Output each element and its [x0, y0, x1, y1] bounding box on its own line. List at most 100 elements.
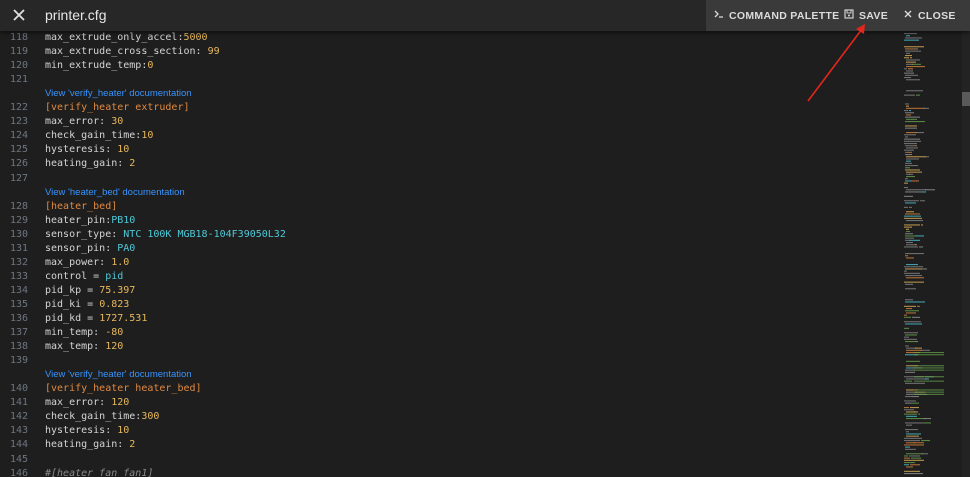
terminal-icon — [714, 9, 724, 22]
code-line[interactable]: max_extrude_cross_section: 99 — [45, 45, 220, 59]
command-palette-button[interactable]: COMMAND PALETTE — [714, 0, 839, 31]
code-line[interactable]: heating_gain: 2 — [45, 157, 135, 171]
config-key: sensor_pin: — [45, 242, 118, 254]
config-value: 10 — [117, 144, 130, 156]
documentation-link[interactable]: View 'heater_bed' documentation — [45, 186, 185, 200]
line-number: 137 — [9, 327, 28, 339]
line-number: 129 — [9, 214, 28, 226]
line-number: 143 — [9, 425, 28, 437]
code-line[interactable]: [verify_heater heater_bed] — [45, 382, 202, 396]
config-key: max_error: — [45, 397, 112, 409]
code-line[interactable]: heating_gain: 2 — [45, 438, 135, 452]
config-section: [heater_bed] — [45, 200, 118, 212]
config-key: max_extrude_only_accel: — [45, 32, 184, 43]
line-number: 131 — [9, 242, 28, 254]
line-number: 145 — [9, 453, 28, 465]
code-line[interactable]: pid_kp = 75.397 — [45, 284, 135, 298]
config-value: 10 — [117, 425, 130, 437]
code-line[interactable]: max_power: 1.0 — [45, 256, 129, 270]
config-key: heating_gain: — [45, 439, 130, 451]
code-line[interactable]: max_error: 120 — [45, 396, 129, 410]
line-number: 128 — [9, 200, 28, 212]
floppy-disk-icon — [844, 9, 854, 22]
code-line[interactable]: #[heater_fan fan1] — [45, 467, 153, 477]
line-number: 121 — [9, 74, 28, 86]
code-line[interactable]: [heater_bed] — [45, 200, 117, 214]
code-line[interactable]: min_temp: -80 — [45, 326, 123, 340]
code-line[interactable]: hysteresis: 10 — [45, 424, 129, 438]
config-value: 1.0 — [111, 256, 130, 268]
config-value: 10 — [141, 130, 154, 142]
config-key: max_temp: — [45, 341, 106, 353]
config-value: 0 — [147, 60, 154, 72]
config-value: NTC 100K MGB18-104F39050L32 — [123, 228, 286, 240]
code-line[interactable]: [verify_heater extruder] — [45, 101, 190, 115]
line-number: 120 — [9, 60, 28, 72]
code-line[interactable]: pid_kd = 1727.531 — [45, 312, 147, 326]
code-line[interactable]: check_gain_time:300 — [45, 410, 159, 424]
config-value: 30 — [111, 116, 124, 128]
command-palette-label: COMMAND PALETTE — [729, 9, 840, 22]
code-line[interactable]: max_error: 30 — [45, 115, 123, 129]
code-line[interactable]: max_extrude_only_accel:5000 — [45, 31, 208, 45]
config-value: 1727.531 — [99, 313, 148, 324]
config-value: -80 — [105, 327, 124, 339]
config-value: PB10 — [111, 214, 136, 226]
line-number: 125 — [9, 144, 28, 156]
documentation-link[interactable]: View 'verify_heater' documentation — [45, 87, 192, 101]
code-line[interactable]: sensor_pin: PA0 — [45, 242, 135, 256]
config-key: pid_ki = — [45, 298, 100, 310]
config-value: 2 — [129, 439, 136, 451]
scrollbar-thumb[interactable] — [962, 92, 970, 106]
config-key: check_gain_time: — [45, 130, 142, 142]
close-icon — [903, 9, 913, 22]
close-icon[interactable] — [9, 5, 29, 25]
config-value: 5000 — [183, 32, 208, 43]
code-line[interactable]: check_gain_time:10 — [45, 129, 153, 143]
line-number: 142 — [9, 411, 28, 423]
line-number: 139 — [9, 355, 28, 367]
close-button[interactable]: CLOSE — [903, 0, 956, 31]
top-toolbar: printer.cfg COMMAND PALETTE SAVE CLOSE — [0, 0, 970, 31]
config-value: 99 — [207, 46, 220, 58]
config-value: 300 — [141, 411, 160, 423]
config-key: max_extrude_cross_section: — [45, 46, 208, 58]
config-value: 2 — [129, 158, 136, 170]
config-key: heater_pin: — [45, 214, 112, 226]
config-key: min_extrude_temp: — [45, 60, 148, 72]
line-number: 133 — [9, 270, 28, 282]
code-minimap[interactable] — [900, 31, 962, 477]
line-number: 126 — [9, 158, 28, 170]
config-key: check_gain_time: — [45, 411, 142, 423]
line-number: 141 — [9, 397, 28, 409]
config-key: hysteresis: — [45, 144, 118, 156]
line-number: 123 — [9, 116, 28, 128]
config-key: sensor_type: — [45, 228, 124, 240]
line-number: 119 — [9, 46, 28, 58]
config-key: max_power: — [45, 256, 112, 268]
code-line[interactable]: pid_ki = 0.823 — [45, 298, 129, 312]
code-line[interactable]: max_temp: 120 — [45, 340, 123, 354]
code-line[interactable]: control = pid — [45, 270, 123, 284]
config-comment: #[heater_fan fan1] — [45, 467, 154, 477]
code-line[interactable]: sensor_type: NTC 100K MGB18-104F39050L32 — [45, 228, 286, 242]
code-editor[interactable]: 118 119 120 121 122 123 124 125 126 127 128 129 130 1… — [0, 31, 900, 477]
documentation-link[interactable]: View 'verify_heater' documentation — [45, 368, 192, 382]
config-value: 120 — [105, 341, 124, 353]
config-value: 75.397 — [99, 284, 136, 296]
line-number: 130 — [9, 228, 28, 240]
config-value: pid — [105, 270, 124, 282]
config-key: min_temp: — [45, 327, 106, 339]
config-key: pid_kd = — [45, 313, 100, 324]
line-number: 132 — [9, 256, 28, 268]
code-line[interactable]: min_extrude_temp:0 — [45, 59, 153, 73]
config-key: max_error: — [45, 116, 112, 128]
save-button[interactable]: SAVE — [844, 0, 888, 31]
close-label: CLOSE — [918, 9, 956, 22]
file-title: printer.cfg — [45, 7, 107, 23]
config-section: [verify_heater heater_bed] — [45, 383, 202, 395]
line-number: 140 — [9, 383, 28, 395]
line-number: 144 — [9, 439, 28, 451]
code-line[interactable]: heater_pin:PB10 — [45, 214, 135, 228]
code-line[interactable]: hysteresis: 10 — [45, 143, 129, 157]
